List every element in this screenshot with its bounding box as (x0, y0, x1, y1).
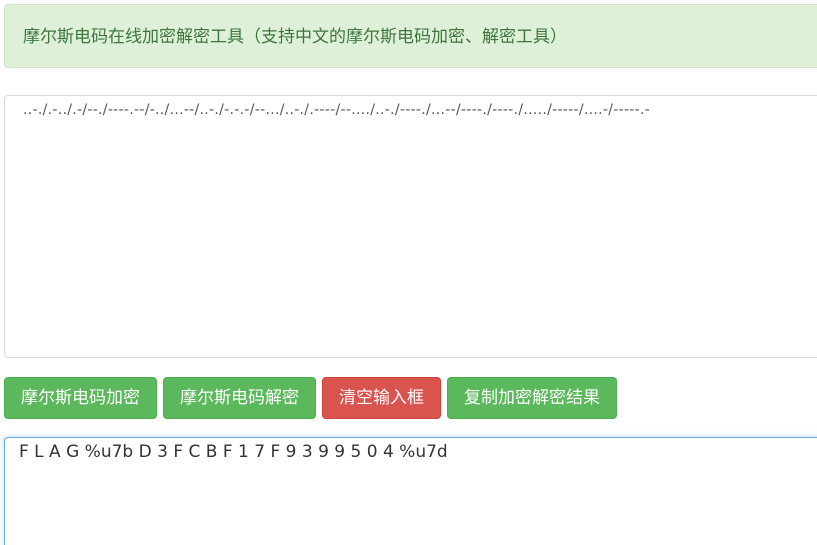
morse-input-textarea[interactable]: ..-./.-../.-/--./----.--/-../...--/..-./… (4, 95, 817, 358)
tool-title-banner: 摩尔斯电码在线加密解密工具（支持中文的摩尔斯电码加密、解密工具） (4, 4, 817, 68)
clear-input-button[interactable]: 清空输入框 (322, 377, 441, 419)
action-button-row: 摩尔斯电码加密 摩尔斯电码解密 清空输入框 复制加密解密结果 (4, 377, 617, 419)
morse-encrypt-button[interactable]: 摩尔斯电码加密 (4, 377, 157, 419)
morse-decrypt-button[interactable]: 摩尔斯电码解密 (163, 377, 316, 419)
copy-result-button[interactable]: 复制加密解密结果 (447, 377, 617, 419)
result-output-textarea[interactable]: F L A G %u7b D 3 F C B F 1 7 F 9 3 9 9 5… (4, 437, 817, 545)
morse-tool-page: 摩尔斯电码在线加密解密工具（支持中文的摩尔斯电码加密、解密工具） ..-./.-… (0, 0, 817, 545)
